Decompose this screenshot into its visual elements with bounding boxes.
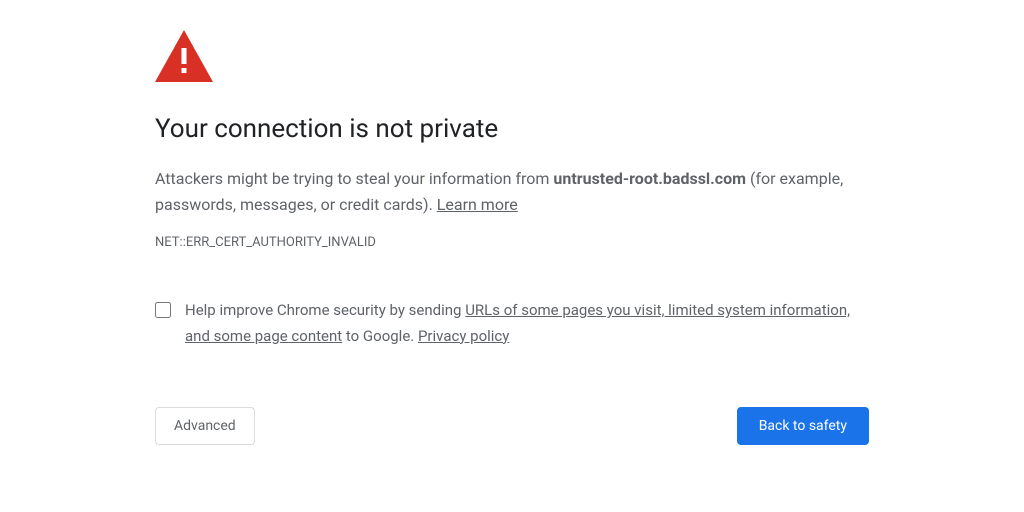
learn-more-link[interactable]: Learn more bbox=[437, 195, 518, 214]
button-row: Advanced Back to safety bbox=[155, 407, 869, 445]
error-code: NET::ERR_CERT_AUTHORITY_INVALID bbox=[155, 235, 869, 250]
opt-in-text: Help improve Chrome security by sending … bbox=[185, 298, 869, 349]
warning-triangle-icon bbox=[155, 30, 869, 86]
back-to-safety-button[interactable]: Back to safety bbox=[737, 407, 869, 445]
warning-description: Attackers might be trying to steal your … bbox=[155, 166, 869, 217]
privacy-policy-link[interactable]: Privacy policy bbox=[418, 327, 509, 345]
description-prefix: Attackers might be trying to steal your … bbox=[155, 169, 553, 188]
advanced-button[interactable]: Advanced bbox=[155, 407, 255, 445]
hostname: untrusted-root.badssl.com bbox=[553, 169, 746, 188]
page-title: Your connection is not private bbox=[155, 114, 869, 144]
opt-in-prefix: Help improve Chrome security by sending bbox=[185, 301, 465, 319]
opt-in-mid: to Google. bbox=[342, 327, 418, 345]
opt-in-row: Help improve Chrome security by sending … bbox=[155, 298, 869, 349]
opt-in-checkbox[interactable] bbox=[155, 302, 171, 318]
